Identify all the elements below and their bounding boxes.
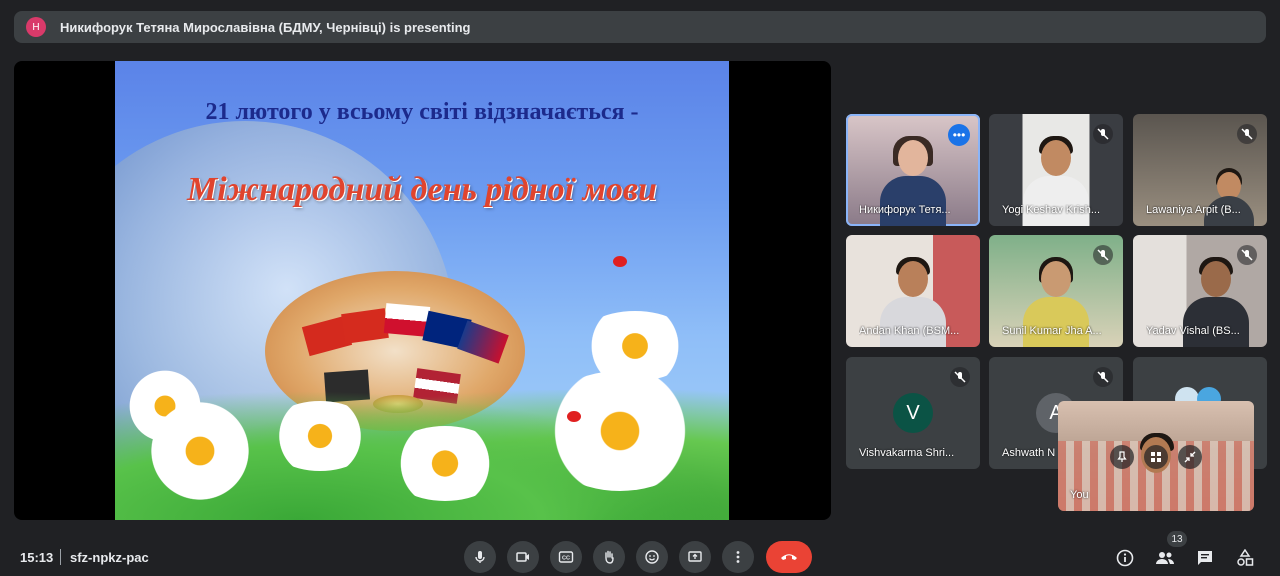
- present-screen-icon: [687, 549, 703, 565]
- participant-video: [1204, 166, 1255, 226]
- participant-tile[interactable]: Sunil Kumar Jha A...: [989, 235, 1123, 347]
- participants-button[interactable]: [1153, 546, 1177, 570]
- people-icon: [1155, 549, 1175, 567]
- meeting-time: 15:13: [20, 550, 54, 565]
- layout-icon[interactable]: [1144, 445, 1168, 469]
- presenter-avatar: Н: [26, 17, 46, 37]
- emoji-button[interactable]: [636, 541, 668, 573]
- pin-icon[interactable]: [1110, 445, 1134, 469]
- chat-button[interactable]: [1193, 546, 1217, 570]
- daisy-flower: [265, 401, 375, 471]
- participant-tile[interactable]: Yogi Keshav Krish...: [989, 114, 1123, 226]
- closed-captions-icon: CC: [558, 549, 574, 565]
- daisy-flower: [145, 396, 255, 506]
- slide-title-line1: 21 лютого у всьому світі відзначається -: [205, 99, 639, 125]
- shapes-icon: [1236, 549, 1254, 567]
- daisy-flower: [385, 426, 505, 501]
- self-video: [1126, 431, 1186, 511]
- more-options-button[interactable]: [722, 541, 754, 573]
- chat-icon: [1196, 549, 1214, 567]
- end-call-button[interactable]: [766, 541, 812, 573]
- mic-off-icon: [1093, 124, 1113, 144]
- mic-off-icon: [1093, 245, 1113, 265]
- camera-icon: [515, 549, 531, 565]
- participant-tile[interactable]: V Vishvakarma Shri...: [846, 357, 980, 469]
- daisy-flower: [535, 371, 705, 491]
- participant-name: Yadav Vishal (BS...: [1146, 325, 1240, 337]
- participant-name: Vishvakarma Shri...: [859, 447, 955, 459]
- participant-name: Ashwath N: [1002, 447, 1056, 459]
- mic-off-icon: [1093, 367, 1113, 387]
- participant-name: Yogi Keshav Krish...: [1002, 204, 1101, 216]
- info-icon: [1116, 549, 1134, 567]
- microphone-button[interactable]: [464, 541, 496, 573]
- participant-name: Lawaniya Arpit (B...: [1146, 204, 1241, 216]
- mic-off-icon: [1237, 124, 1257, 144]
- meeting-code: sfz-npkz-pac: [70, 550, 149, 565]
- participant-count-badge: 13: [1167, 531, 1187, 547]
- participant-avatar: V: [893, 393, 933, 433]
- raise-hand-button[interactable]: [593, 541, 625, 573]
- present-screen-button[interactable]: [679, 541, 711, 573]
- participant-tile[interactable]: Yadav Vishal (BS...: [1133, 235, 1267, 347]
- self-name-label: You: [1070, 489, 1089, 501]
- participant-name: Andan Khan (BSM...: [859, 325, 960, 337]
- hand-icon: [601, 549, 617, 565]
- participant-name: Sunil Kumar Jha A...: [1002, 325, 1102, 337]
- more-options-icon[interactable]: •••: [948, 124, 970, 146]
- ladybug-image: [567, 411, 581, 422]
- ladybug-image: [613, 256, 627, 267]
- phone-hangup-icon: [779, 551, 799, 563]
- minimize-icon[interactable]: [1178, 445, 1202, 469]
- camera-button[interactable]: [507, 541, 539, 573]
- participant-tile[interactable]: Andan Khan (BSM...: [846, 235, 980, 347]
- participant-name: Никифорук Тетя...: [859, 204, 951, 216]
- svg-text:CC: CC: [562, 556, 570, 562]
- slide-title-line2: Міжнародний день рідної мови: [187, 171, 657, 208]
- activities-button[interactable]: [1233, 546, 1257, 570]
- participant-tile[interactable]: ••• Никифорук Тетя...: [846, 114, 980, 226]
- more-vert-icon: [730, 549, 746, 565]
- captions-button[interactable]: CC: [550, 541, 582, 573]
- mic-off-icon: [1237, 245, 1257, 265]
- mic-off-icon: [950, 367, 970, 387]
- participant-tile[interactable]: Lawaniya Arpit (B...: [1133, 114, 1267, 226]
- microphone-icon: [472, 549, 488, 565]
- presenting-text: Никифорук Тетяна Мирославівна (БДМУ, Чер…: [60, 19, 471, 35]
- presenting-banner: Н Никифорук Тетяна Мирославівна (БДМУ, Ч…: [14, 11, 1266, 43]
- divider: [60, 549, 61, 565]
- self-view[interactable]: You: [1058, 401, 1254, 511]
- presentation-slide: 21 лютого у всьому світі відзначається -…: [115, 61, 729, 520]
- meeting-details-button[interactable]: [1113, 546, 1137, 570]
- emoji-icon: [644, 549, 660, 565]
- presentation-stage[interactable]: 21 лютого у всьому світі відзначається -…: [14, 61, 831, 520]
- daisy-flower: [575, 311, 695, 381]
